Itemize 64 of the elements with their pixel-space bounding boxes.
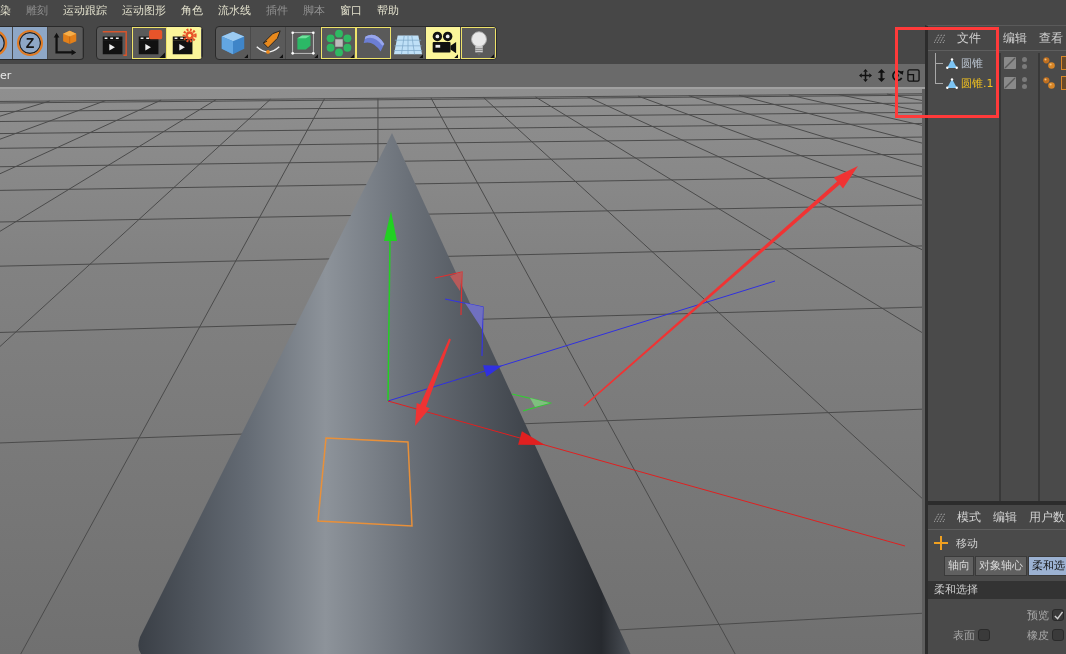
render-picture-button[interactable] — [132, 27, 167, 59]
menu-item[interactable]: 角色 — [181, 4, 203, 18]
deformer-button[interactable] — [356, 27, 391, 59]
framed-cube-icon — [288, 28, 318, 58]
light-button[interactable] — [461, 27, 496, 59]
cone-icon — [946, 57, 958, 69]
up-down-arrow-icon[interactable] — [875, 69, 888, 82]
visibility-dot-icon[interactable] — [1021, 77, 1027, 82]
menu-item[interactable]: 染 — [0, 4, 11, 18]
axis-lock-button[interactable]: Z — [13, 27, 48, 59]
menu-item[interactable]: 流水线 — [218, 4, 251, 18]
x-axis-arrow[interactable] — [387, 400, 906, 547]
section-header[interactable]: 柔和选择 — [928, 581, 1066, 599]
rotate-icon[interactable] — [891, 69, 904, 82]
grip-icon[interactable] — [934, 512, 945, 522]
tag-icon[interactable] — [1061, 56, 1066, 70]
rotation-handle[interactable] — [444, 298, 484, 357]
visibility-dot-icon[interactable] — [1021, 64, 1027, 69]
menu-item[interactable]: 用户数 — [1029, 510, 1065, 524]
cone[interactable] — [138, 133, 631, 654]
tab[interactable]: 轴向 — [944, 556, 974, 576]
rotation-handle[interactable] — [511, 393, 553, 412]
move-tool-icon — [934, 536, 948, 550]
cone-icon — [946, 77, 958, 89]
menu-item[interactable]: 窗口 — [340, 4, 362, 18]
z-axis-arrow[interactable] — [387, 280, 776, 402]
menu-item[interactable]: 编辑 — [993, 510, 1017, 524]
visibility-dot-icon[interactable] — [1021, 57, 1027, 62]
menu-item[interactable]: 查看 — [1039, 31, 1063, 45]
viewport-menu-text[interactable]: er — [0, 69, 12, 82]
render-settings-button[interactable] — [167, 27, 202, 59]
axis-lock-button[interactable] — [0, 27, 13, 59]
layer-icon[interactable] — [1003, 77, 1016, 89]
camera-button[interactable] — [426, 27, 461, 59]
cloner-button[interactable] — [321, 27, 356, 59]
menu-item[interactable]: 运动图形 — [122, 4, 166, 18]
menu-item[interactable]: 帮助 — [377, 4, 399, 18]
option-label: 预览 — [1027, 608, 1049, 622]
option-label: 橡皮 — [1027, 628, 1049, 642]
y-axis-arrow[interactable] — [384, 211, 397, 402]
option-label: 表面 — [953, 628, 975, 642]
move-icon[interactable] — [859, 69, 872, 82]
tool-name: 移动 — [956, 536, 978, 550]
maximize-icon[interactable] — [907, 69, 920, 82]
rotation-handle[interactable] — [434, 271, 463, 316]
visibility-dot-icon[interactable] — [1021, 84, 1027, 89]
menu-item[interactable]: 编辑 — [1003, 31, 1027, 45]
checkbox[interactable] — [978, 629, 990, 641]
tab[interactable]: 对象轴心 — [975, 556, 1027, 576]
layer-icon[interactable] — [1003, 57, 1016, 69]
object-name[interactable]: 圆锥.1 — [961, 76, 994, 90]
menu-item[interactable]: 运动跟踪 — [63, 4, 107, 18]
floor-button[interactable] — [391, 27, 426, 59]
menu-item[interactable]: 模式 — [957, 510, 981, 524]
tab[interactable]: 柔和选 — [1028, 556, 1066, 576]
object-name[interactable]: 圆锥 — [961, 56, 983, 70]
spheres-icon[interactable] — [1043, 77, 1055, 89]
grip-icon[interactable] — [934, 33, 945, 43]
checkbox[interactable] — [1052, 609, 1064, 621]
menu-item[interactable]: 文件 — [957, 31, 981, 45]
tag-icon[interactable] — [1061, 76, 1066, 90]
spheres-icon[interactable] — [1043, 57, 1055, 69]
check-icon — [1053, 610, 1063, 620]
checkbox[interactable] — [1052, 629, 1064, 641]
